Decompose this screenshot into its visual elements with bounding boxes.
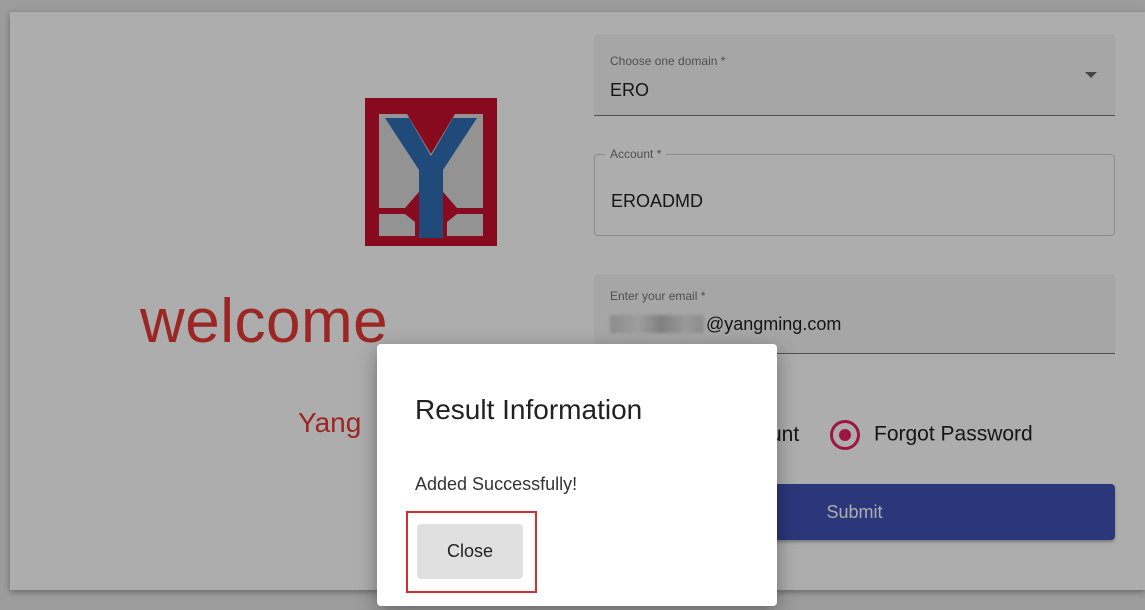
dialog-message: Added Successfully! bbox=[415, 474, 578, 494]
highlight-box bbox=[406, 511, 537, 593]
dialog-title: Result Information bbox=[415, 394, 643, 425]
